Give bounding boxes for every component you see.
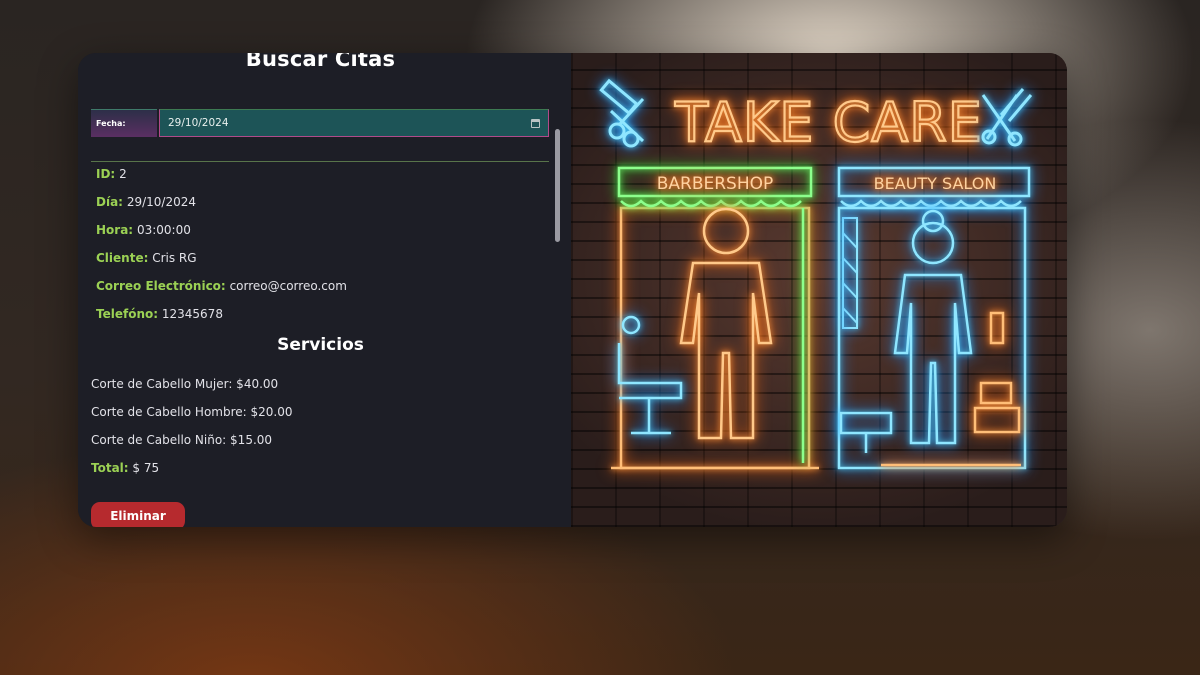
detail-id: ID: 2: [96, 167, 347, 195]
service-item: Corte de Cabello Hombre: $20.00: [91, 405, 293, 419]
salon-neon-image: TAKE CARE BARBERSHOP BEAUTY SALON: [571, 53, 1067, 527]
service-item: Corte de Cabello Niño: $15.00: [91, 433, 273, 447]
barber-chair-icon: [617, 315, 683, 435]
total-value: $ 75: [132, 461, 160, 475]
date-search-row: Fecha: 29/10/2024: [91, 109, 549, 137]
detail-email-value: correo@correo.com: [229, 279, 347, 293]
salon-products-icon: [973, 311, 1021, 434]
divider: [91, 161, 549, 162]
detail-hour: Hora: 03:00:00: [96, 223, 347, 251]
services-title: Servicios: [277, 335, 364, 355]
calendar-icon[interactable]: [531, 119, 540, 128]
detail-hour-value: 03:00:00: [136, 223, 191, 237]
detail-phone: Telefóno: 12345678: [96, 307, 347, 335]
beauty-salon-frame: [837, 166, 1031, 470]
detail-id-value: 2: [119, 167, 127, 181]
neon-sign-illustration: TAKE CARE BARBERSHOP BEAUTY SALON: [599, 78, 1033, 470]
detail-email-label: Correo Electrónico:: [96, 279, 226, 293]
detail-id-label: ID:: [96, 167, 116, 181]
comb-scissors-icon: [599, 78, 645, 148]
sign-headline: TAKE CARE: [674, 91, 983, 154]
delete-button[interactable]: Eliminar: [91, 502, 185, 527]
detail-email: Correo Electrónico: correo@correo.com: [96, 279, 347, 307]
detail-phone-label: Telefóno:: [96, 307, 159, 321]
search-panel: Buscar Citas Fecha: 29/10/2024 ID: 2 Día…: [78, 53, 571, 527]
woman-figure-icon: [893, 209, 973, 445]
beauty-salon-banner-text: BEAUTY SALON: [874, 174, 997, 193]
detail-phone-value: 12345678: [161, 307, 223, 321]
detail-hour-label: Hora:: [96, 223, 134, 237]
barbershop-frame: [611, 206, 819, 470]
service-item: Corte de Cabello Mujer: $40.00: [91, 377, 279, 391]
detail-day-value: 29/10/2024: [126, 195, 196, 209]
comb-scissors-icon-right: [981, 88, 1033, 147]
date-label: Fecha:: [91, 109, 157, 137]
date-input-value: 29/10/2024: [168, 117, 229, 129]
barbershop-banner-text: BARBERSHOP: [657, 174, 774, 194]
barber-pole-icon: [842, 217, 858, 329]
appointment-details: ID: 2 Día: 29/10/2024 Hora: 03:00:00 Cli…: [96, 167, 347, 335]
detail-day: Día: 29/10/2024: [96, 195, 347, 223]
detail-client-label: Cliente:: [96, 251, 149, 265]
salon-chair-icon: [839, 411, 893, 453]
appointment-card: Buscar Citas Fecha: 29/10/2024 ID: 2 Día…: [78, 53, 1067, 527]
date-input[interactable]: 29/10/2024: [159, 109, 549, 137]
detail-client: Cliente: Cris RG: [96, 251, 347, 279]
man-figure-icon: [679, 207, 773, 440]
scrollbar-thumb[interactable]: [555, 129, 560, 242]
total-label: Total:: [91, 461, 129, 475]
services-list: Corte de Cabello Mujer: $40.00 Corte de …: [91, 377, 293, 475]
page-title: Buscar Citas: [245, 53, 396, 71]
detail-client-value: Cris RG: [152, 251, 197, 265]
services-total: Total: $ 75: [91, 461, 293, 475]
detail-day-label: Día:: [96, 195, 123, 209]
